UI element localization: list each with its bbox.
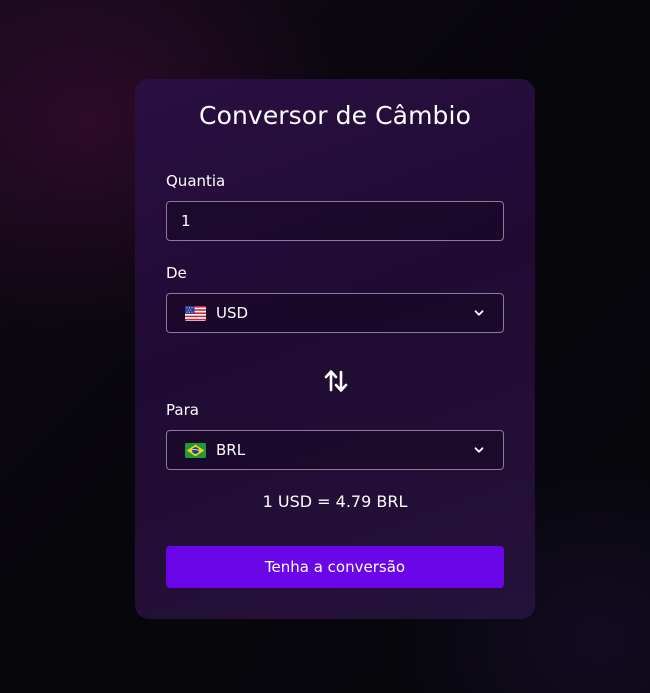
- card-title: Conversor de Câmbio: [199, 101, 471, 130]
- from-label: De: [166, 264, 187, 282]
- chevron-down-icon: [474, 310, 484, 316]
- to-label: Para: [166, 401, 199, 419]
- from-currency-select[interactable]: USD: [166, 293, 504, 333]
- converter-card: Conversor de Câmbio Quantia De USD: [135, 79, 535, 619]
- from-currency-value: USD: [216, 304, 249, 322]
- us-flag-icon: [185, 305, 206, 321]
- amount-input[interactable]: [166, 201, 504, 241]
- exchange-rate-result: 1 USD = 4.79 BRL: [262, 492, 408, 511]
- to-currency-value: BRL: [216, 441, 246, 459]
- amount-label: Quantia: [166, 172, 226, 190]
- brazil-flag-icon: [185, 442, 206, 458]
- chevron-down-icon: [474, 447, 484, 453]
- swap-arrows-icon[interactable]: [322, 367, 350, 395]
- to-currency-select[interactable]: BRL: [166, 430, 504, 470]
- convert-button[interactable]: Tenha a conversão: [166, 546, 504, 588]
